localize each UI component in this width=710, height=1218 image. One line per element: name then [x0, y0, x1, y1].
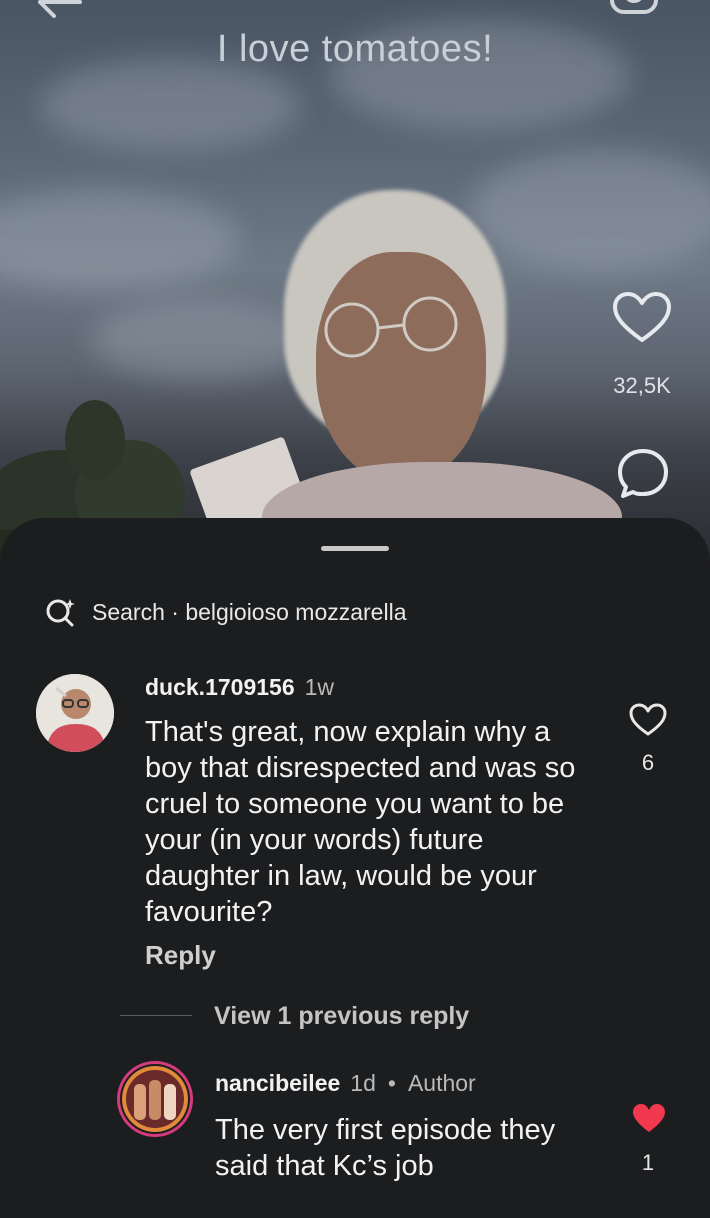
drag-handle[interactable]: [321, 546, 389, 551]
separator-dot: •: [387, 1070, 396, 1096]
comment-time: 1w: [304, 674, 335, 700]
related-search-link[interactable]: Search · belgioioso mozzarella: [44, 596, 407, 628]
comment-icon[interactable]: [615, 445, 671, 501]
avatar[interactable]: [120, 1064, 190, 1134]
reply-meta: nancibeilee 1d • Author: [215, 1070, 476, 1097]
search-sparkle-icon: [46, 599, 75, 627]
reply-time: 1d: [350, 1070, 376, 1096]
view-previous-replies-button[interactable]: View 1 previous reply: [214, 1002, 469, 1031]
video-caption-title: I love tomatoes!: [216, 28, 494, 70]
camera-icon[interactable]: [606, 0, 662, 22]
reply-like-count: 1: [641, 1150, 655, 1175]
glasses: [324, 296, 458, 358]
comment-meta: duck.1709156 1w: [145, 674, 334, 701]
replies-divider: [120, 1015, 192, 1016]
video-player[interactable]: I love tomatoes! 32,5K: [0, 0, 710, 560]
avatar-image: [36, 674, 114, 752]
author-badge: Author: [407, 1070, 476, 1096]
video-like-count: 32,5K: [613, 373, 671, 398]
reply-button[interactable]: Reply: [145, 940, 216, 971]
person-face: [316, 252, 486, 482]
related-search-label: Search · belgioioso mozzarella: [92, 598, 407, 625]
avatar-image: [122, 1066, 188, 1132]
reply-username[interactable]: nancibeilee: [215, 1070, 340, 1097]
comment-like-count: 6: [641, 750, 655, 775]
heart-icon[interactable]: [611, 290, 673, 346]
heart-filled-icon[interactable]: [631, 1102, 667, 1134]
avatar[interactable]: [36, 674, 114, 752]
comment-text: That's great, now explain why a boy that…: [145, 716, 576, 928]
reply-text: The very first episode they said that Kc…: [215, 1114, 556, 1182]
comment-username[interactable]: duck.1709156: [145, 674, 295, 701]
comments-sheet: Search · belgioioso mozzarella duck.1709…: [0, 518, 710, 1218]
back-arrow-icon[interactable]: [30, 0, 90, 28]
heart-icon[interactable]: [628, 702, 668, 738]
